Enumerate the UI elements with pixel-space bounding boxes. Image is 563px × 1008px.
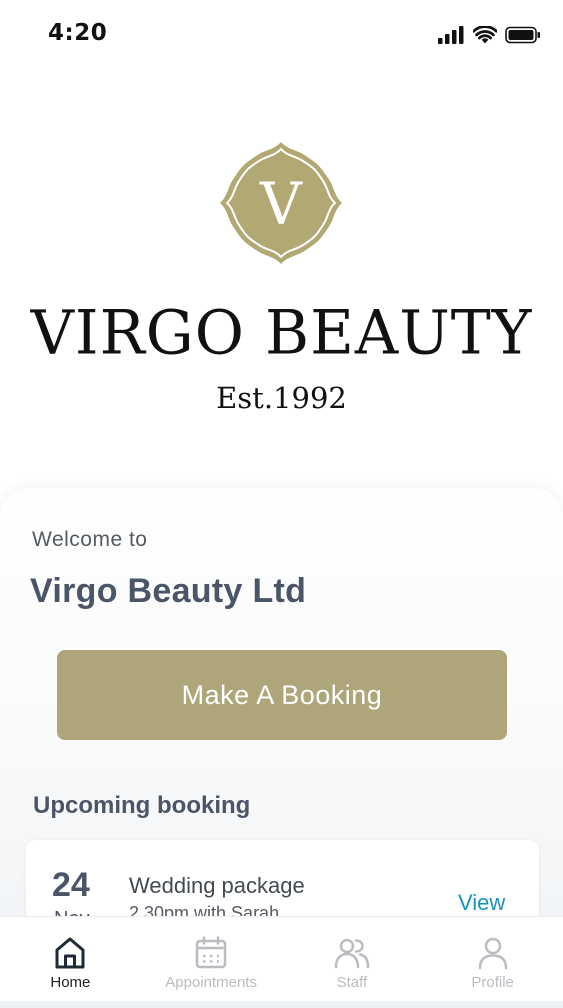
booking-service: Wedding package bbox=[129, 873, 305, 898]
brand-established: Est.1992 bbox=[216, 381, 347, 415]
status-time: 4:20 bbox=[48, 20, 108, 46]
status-bar: 4:20 bbox=[0, 0, 563, 68]
tab-home-label: Home bbox=[50, 974, 91, 991]
emblem-letter: V bbox=[259, 170, 303, 238]
make-booking-button[interactable]: Make A Booking bbox=[57, 650, 507, 740]
view-booking-link[interactable]: View bbox=[458, 890, 505, 916]
bottom-tab-bar: Home Appointments Staff Profile bbox=[0, 916, 563, 1001]
users-icon bbox=[334, 938, 370, 969]
tab-staff[interactable]: Staff bbox=[282, 917, 423, 1001]
calendar-icon bbox=[195, 936, 227, 969]
booking-day: 24 bbox=[52, 866, 90, 904]
tab-staff-label: Staff bbox=[336, 974, 368, 991]
tab-profile[interactable]: Profile bbox=[422, 917, 563, 1001]
brand-logo: V VIRGO BEAUTY Est.1992 bbox=[0, 140, 563, 420]
upcoming-booking-heading: Upcoming booking bbox=[33, 792, 251, 819]
tab-appointments[interactable]: Appointments bbox=[141, 917, 282, 1001]
brand-emblem: V bbox=[220, 142, 342, 264]
cellular-signal-icon bbox=[438, 26, 464, 44]
home-icon bbox=[55, 937, 85, 969]
brand-name: VIRGO BEAUTY bbox=[30, 297, 533, 369]
welcome-subtitle: Welcome to bbox=[32, 528, 148, 551]
wifi-icon bbox=[473, 26, 497, 44]
status-icons bbox=[438, 22, 541, 48]
business-name: Virgo Beauty Ltd bbox=[30, 572, 307, 610]
battery-icon bbox=[505, 26, 540, 44]
tab-appointments-label: Appointments bbox=[165, 974, 257, 991]
tab-profile-label: Profile bbox=[471, 974, 514, 991]
user-icon bbox=[478, 937, 507, 970]
tab-home[interactable]: Home bbox=[0, 917, 141, 1001]
